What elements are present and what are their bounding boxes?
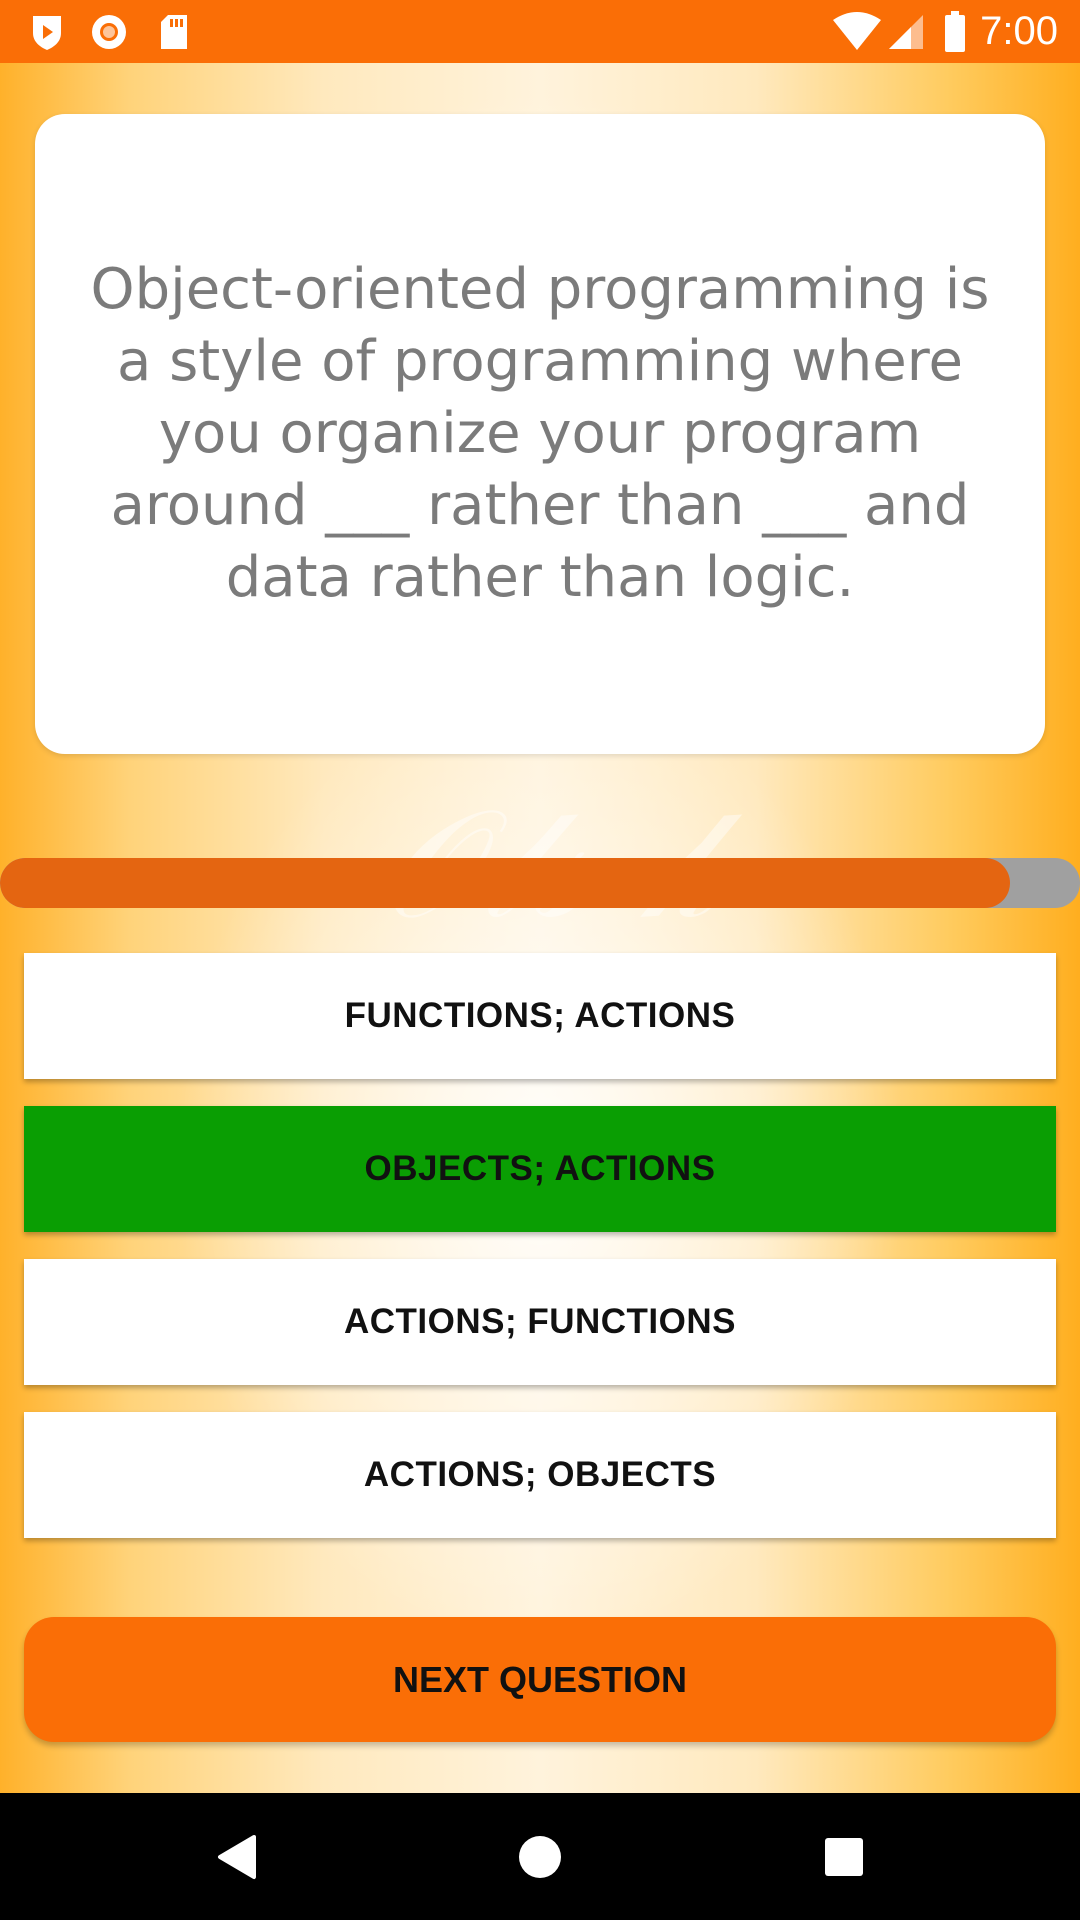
- wifi-icon: [830, 0, 884, 63]
- home-icon[interactable]: [480, 1793, 600, 1920]
- recents-icon[interactable]: [784, 1793, 904, 1920]
- status-bar: 7:00: [0, 0, 1080, 63]
- progress-bar: [0, 858, 1080, 908]
- question-text: Object-oriented programming is a style o…: [90, 257, 990, 610]
- answer-label: FUNCTIONS; ACTIONS: [344, 996, 736, 1035]
- play-shield-icon: [26, 0, 68, 63]
- back-icon[interactable]: [176, 1793, 296, 1920]
- question-card: Object-oriented programming is a style o…: [35, 114, 1045, 754]
- progress-fill: [0, 858, 1010, 908]
- status-time: 7:00: [980, 9, 1058, 53]
- signal-icon: [886, 0, 926, 63]
- answer-option-3[interactable]: ACTIONS; FUNCTIONS: [24, 1259, 1056, 1385]
- battery-icon: [940, 0, 970, 63]
- sd-card-icon: [154, 0, 194, 63]
- answer-label: OBJECTS; ACTIONS: [364, 1149, 716, 1188]
- next-question-button[interactable]: NEXT QUESTION: [24, 1617, 1056, 1742]
- answer-label: ACTIONS; FUNCTIONS: [343, 1302, 737, 1341]
- answer-option-2[interactable]: OBJECTS; ACTIONS: [24, 1106, 1056, 1232]
- answer-option-4[interactable]: ACTIONS; OBJECTS: [24, 1412, 1056, 1538]
- navigation-bar: [0, 1793, 1080, 1920]
- answer-label: ACTIONS; OBJECTS: [363, 1455, 717, 1494]
- answer-option-1[interactable]: FUNCTIONS; ACTIONS: [24, 953, 1056, 1079]
- next-question-label: NEXT QUESTION: [392, 1658, 688, 1700]
- record-icon: [88, 0, 130, 63]
